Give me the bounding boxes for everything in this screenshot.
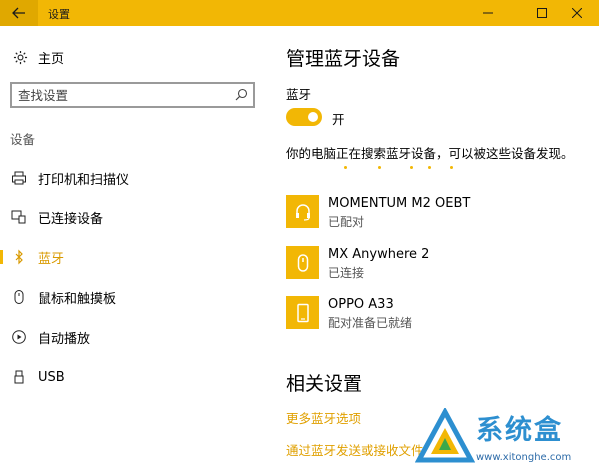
bluetooth-icon bbox=[11, 249, 27, 265]
usb-icon bbox=[11, 369, 27, 385]
sidebar-item-autoplay[interactable]: 自动播放 bbox=[0, 322, 268, 352]
window-title: 设置 bbox=[48, 8, 70, 21]
bluetooth-toggle[interactable] bbox=[286, 108, 322, 126]
progress-dots bbox=[286, 164, 586, 172]
watermark-url: www.xitonghe.com bbox=[476, 452, 572, 463]
back-button[interactable] bbox=[0, 0, 38, 26]
search-status-text: 你的电脑正在搜索蓝牙设备，可以被这些设备发现。 bbox=[286, 146, 574, 161]
related-settings-title: 相关设置 bbox=[286, 373, 363, 395]
device-item-phone[interactable]: OPPO A33 配对准备已就绪 bbox=[286, 296, 586, 334]
mouse-icon bbox=[11, 289, 27, 305]
watermark-name: 系统盒 bbox=[476, 415, 563, 446]
maximize-icon bbox=[537, 8, 547, 18]
sidebar-item-bluetooth[interactable]: 蓝牙 bbox=[0, 242, 268, 272]
device-status: 已连接 bbox=[328, 266, 365, 280]
more-bluetooth-options-link[interactable]: 更多蓝牙选项 bbox=[286, 408, 361, 427]
send-receive-files-link[interactable]: 通过蓝牙发送或接收文件 bbox=[286, 440, 424, 459]
search-box[interactable] bbox=[10, 82, 255, 108]
device-name: MOMENTUM M2 OEBT bbox=[328, 196, 471, 211]
sidebar-item-usb[interactable]: USB bbox=[0, 362, 268, 392]
back-arrow-icon bbox=[12, 7, 25, 19]
sidebar-item-mouse[interactable]: 鼠标和触摸板 bbox=[0, 282, 268, 312]
sidebar-item-label: 鼠标和触摸板 bbox=[38, 291, 117, 307]
watermark-logo: 系统盒 www.xitonghe.com bbox=[413, 404, 599, 473]
minimize-button[interactable] bbox=[466, 0, 510, 26]
sidebar-item-label: 蓝牙 bbox=[38, 251, 65, 267]
toggle-state-label: 开 bbox=[332, 112, 345, 127]
toggle-knob bbox=[308, 112, 318, 122]
sidebar-item-connected-devices[interactable]: 已连接设备 bbox=[0, 202, 268, 232]
search-input[interactable] bbox=[18, 86, 228, 104]
active-indicator bbox=[0, 250, 3, 264]
sidebar-item-label: 已连接设备 bbox=[38, 211, 104, 227]
sidebar-item-printers[interactable]: 打印机和扫描仪 bbox=[0, 163, 268, 193]
gear-icon bbox=[13, 50, 28, 65]
logo-icon bbox=[415, 408, 475, 463]
phone-icon bbox=[286, 296, 319, 329]
sidebar-item-label: 自动播放 bbox=[38, 331, 91, 347]
section-label-devices: 设备 bbox=[10, 132, 36, 147]
title-bar: 设置 bbox=[0, 0, 599, 26]
device-name: MX Anywhere 2 bbox=[328, 247, 430, 262]
sidebar-item-label: 打印机和扫描仪 bbox=[38, 172, 130, 188]
close-button[interactable] bbox=[555, 0, 599, 26]
home-label: 主页 bbox=[38, 52, 65, 67]
headset-icon bbox=[286, 195, 319, 228]
printer-icon bbox=[11, 170, 27, 186]
page-title: 管理蓝牙设备 bbox=[286, 48, 401, 70]
home-link[interactable]: 主页 bbox=[13, 48, 64, 67]
bluetooth-label: 蓝牙 bbox=[286, 87, 312, 102]
minimize-icon bbox=[483, 12, 493, 14]
sidebar: 主页 设备 打印机和扫描仪 已连接设备 蓝牙 鼠标和触摸板 bbox=[0, 26, 268, 473]
sidebar-item-label: USB bbox=[38, 369, 65, 385]
connected-devices-icon bbox=[11, 209, 27, 225]
mouse-icon bbox=[286, 246, 319, 279]
device-status: 已配对 bbox=[328, 215, 365, 229]
device-item-mouse[interactable]: MX Anywhere 2 已连接 bbox=[286, 246, 586, 284]
search-icon[interactable] bbox=[235, 88, 248, 101]
close-icon bbox=[572, 8, 582, 18]
autoplay-icon bbox=[11, 329, 27, 345]
device-name: OPPO A33 bbox=[328, 297, 394, 312]
device-status: 配对准备已就绪 bbox=[328, 316, 413, 330]
device-item-headset[interactable]: MOMENTUM M2 OEBT 已配对 bbox=[286, 195, 586, 233]
